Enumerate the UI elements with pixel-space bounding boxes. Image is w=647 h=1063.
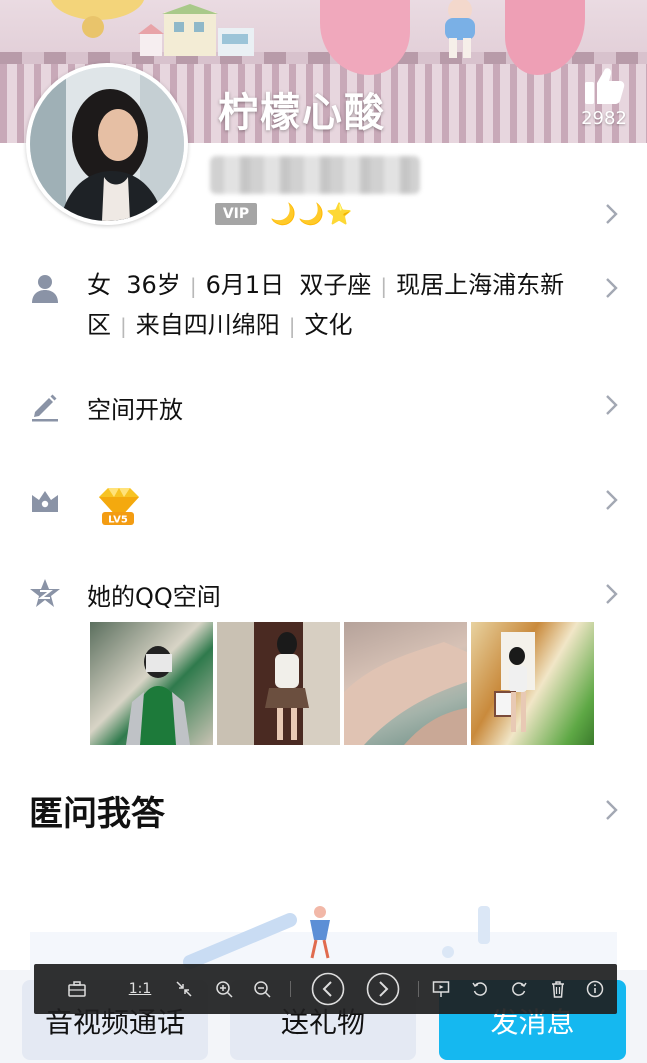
moon-icon: 🌙 [270, 202, 297, 226]
photo-content [344, 642, 467, 745]
rotate-right-icon [512, 982, 527, 996]
chevron-right-icon[interactable] [601, 393, 621, 417]
divider: | [380, 274, 388, 298]
crown-icon [32, 491, 58, 512]
slideshow-button[interactable] [429, 964, 453, 1014]
avatar-photo [30, 67, 184, 221]
next-image-button[interactable] [365, 964, 401, 1014]
photo-content [126, 646, 190, 745]
qzone-photo[interactable] [90, 622, 213, 745]
gem-level-text: LV5 [108, 515, 128, 526]
person-icon [32, 275, 58, 303]
fit-window-button[interactable] [172, 964, 196, 1014]
rotate-left-button[interactable] [468, 964, 492, 1014]
slideshow-icon [432, 981, 450, 997]
chevron-left-circle-icon [311, 972, 345, 1006]
qzone-label[interactable]: 她的QQ空间 [87, 577, 221, 612]
photo-content [494, 632, 535, 732]
chevron-right-icon[interactable] [601, 276, 621, 300]
qzone-star-icon [30, 579, 60, 607]
cover-house-illustration [138, 4, 254, 56]
like-count: 2982 [581, 108, 627, 129]
zoom-in-icon [216, 981, 233, 998]
like-button[interactable]: 2982 [580, 66, 628, 129]
chevron-right-icon[interactable] [601, 582, 621, 606]
zoom-out-button[interactable] [250, 964, 274, 1014]
avatar[interactable] [26, 63, 188, 225]
moon-icon: 🌙 [298, 202, 325, 226]
zodiac: 双子座 [299, 271, 372, 299]
divider: | [189, 274, 197, 298]
thumbs-up-icon [585, 68, 625, 104]
zoom-in-button[interactable] [212, 964, 236, 1014]
divider: | [288, 314, 296, 338]
chevron-right-icon[interactable] [601, 488, 621, 512]
space-open-label[interactable]: 空间开放 [87, 390, 183, 425]
star-icon: ⭐ [326, 202, 353, 226]
actual-size-label: 1:1 [128, 981, 152, 997]
previous-image-button[interactable] [310, 964, 346, 1014]
age: 36岁 [126, 271, 181, 299]
basic-info[interactable]: 女 36岁 | 6月1日 双子座 | 现居上海浦东新区 | 来自四川绵阳 | 文化 [87, 266, 597, 346]
toolbar-divider [290, 981, 291, 997]
divider: | [120, 314, 127, 338]
chevron-right-circle-icon [366, 972, 400, 1006]
chevron-right-icon[interactable] [601, 798, 621, 822]
briefcase-icon [68, 981, 86, 997]
qq-level-icons[interactable]: 🌙 🌙 ⭐ [270, 201, 352, 227]
account-number-blurred [210, 156, 420, 194]
anonymous-qa-title[interactable]: 匿问我答 [29, 786, 165, 835]
trash-icon [552, 981, 564, 998]
gem-level-icon[interactable]: LV5 [94, 485, 144, 527]
vip-badge: VIP [215, 203, 257, 225]
toolbar-divider [418, 981, 419, 997]
info-button[interactable] [583, 964, 607, 1014]
photo-content [265, 632, 309, 740]
zoom-out-icon [254, 981, 271, 998]
chevron-right-icon[interactable] [601, 202, 621, 226]
profile-nickname: 柠檬心酸 [218, 90, 386, 136]
qzone-photo[interactable] [344, 622, 467, 745]
shrink-arrows-icon [176, 981, 192, 997]
toolbox-button[interactable] [64, 964, 90, 1014]
cover-balloon-small [82, 16, 104, 38]
delete-button[interactable] [546, 964, 570, 1014]
qzone-photo[interactable] [471, 622, 594, 745]
cover-character-doll [445, 0, 475, 58]
rotate-left-icon [472, 982, 487, 996]
rotate-right-button[interactable] [507, 964, 531, 1014]
gender: 女 [87, 271, 111, 299]
hometown: 来自四川绵阳 [135, 311, 280, 339]
qzone-photo-strip [90, 622, 594, 746]
actual-size-button[interactable]: 1:1 [126, 964, 154, 1014]
image-viewer-toolbar: 1:1 [34, 964, 617, 1014]
qzone-photo[interactable] [217, 622, 340, 745]
birthday: 6月1日 [205, 271, 285, 299]
info-icon [586, 980, 604, 998]
industry: 文化 [304, 311, 353, 339]
pencil-icon [32, 394, 58, 422]
